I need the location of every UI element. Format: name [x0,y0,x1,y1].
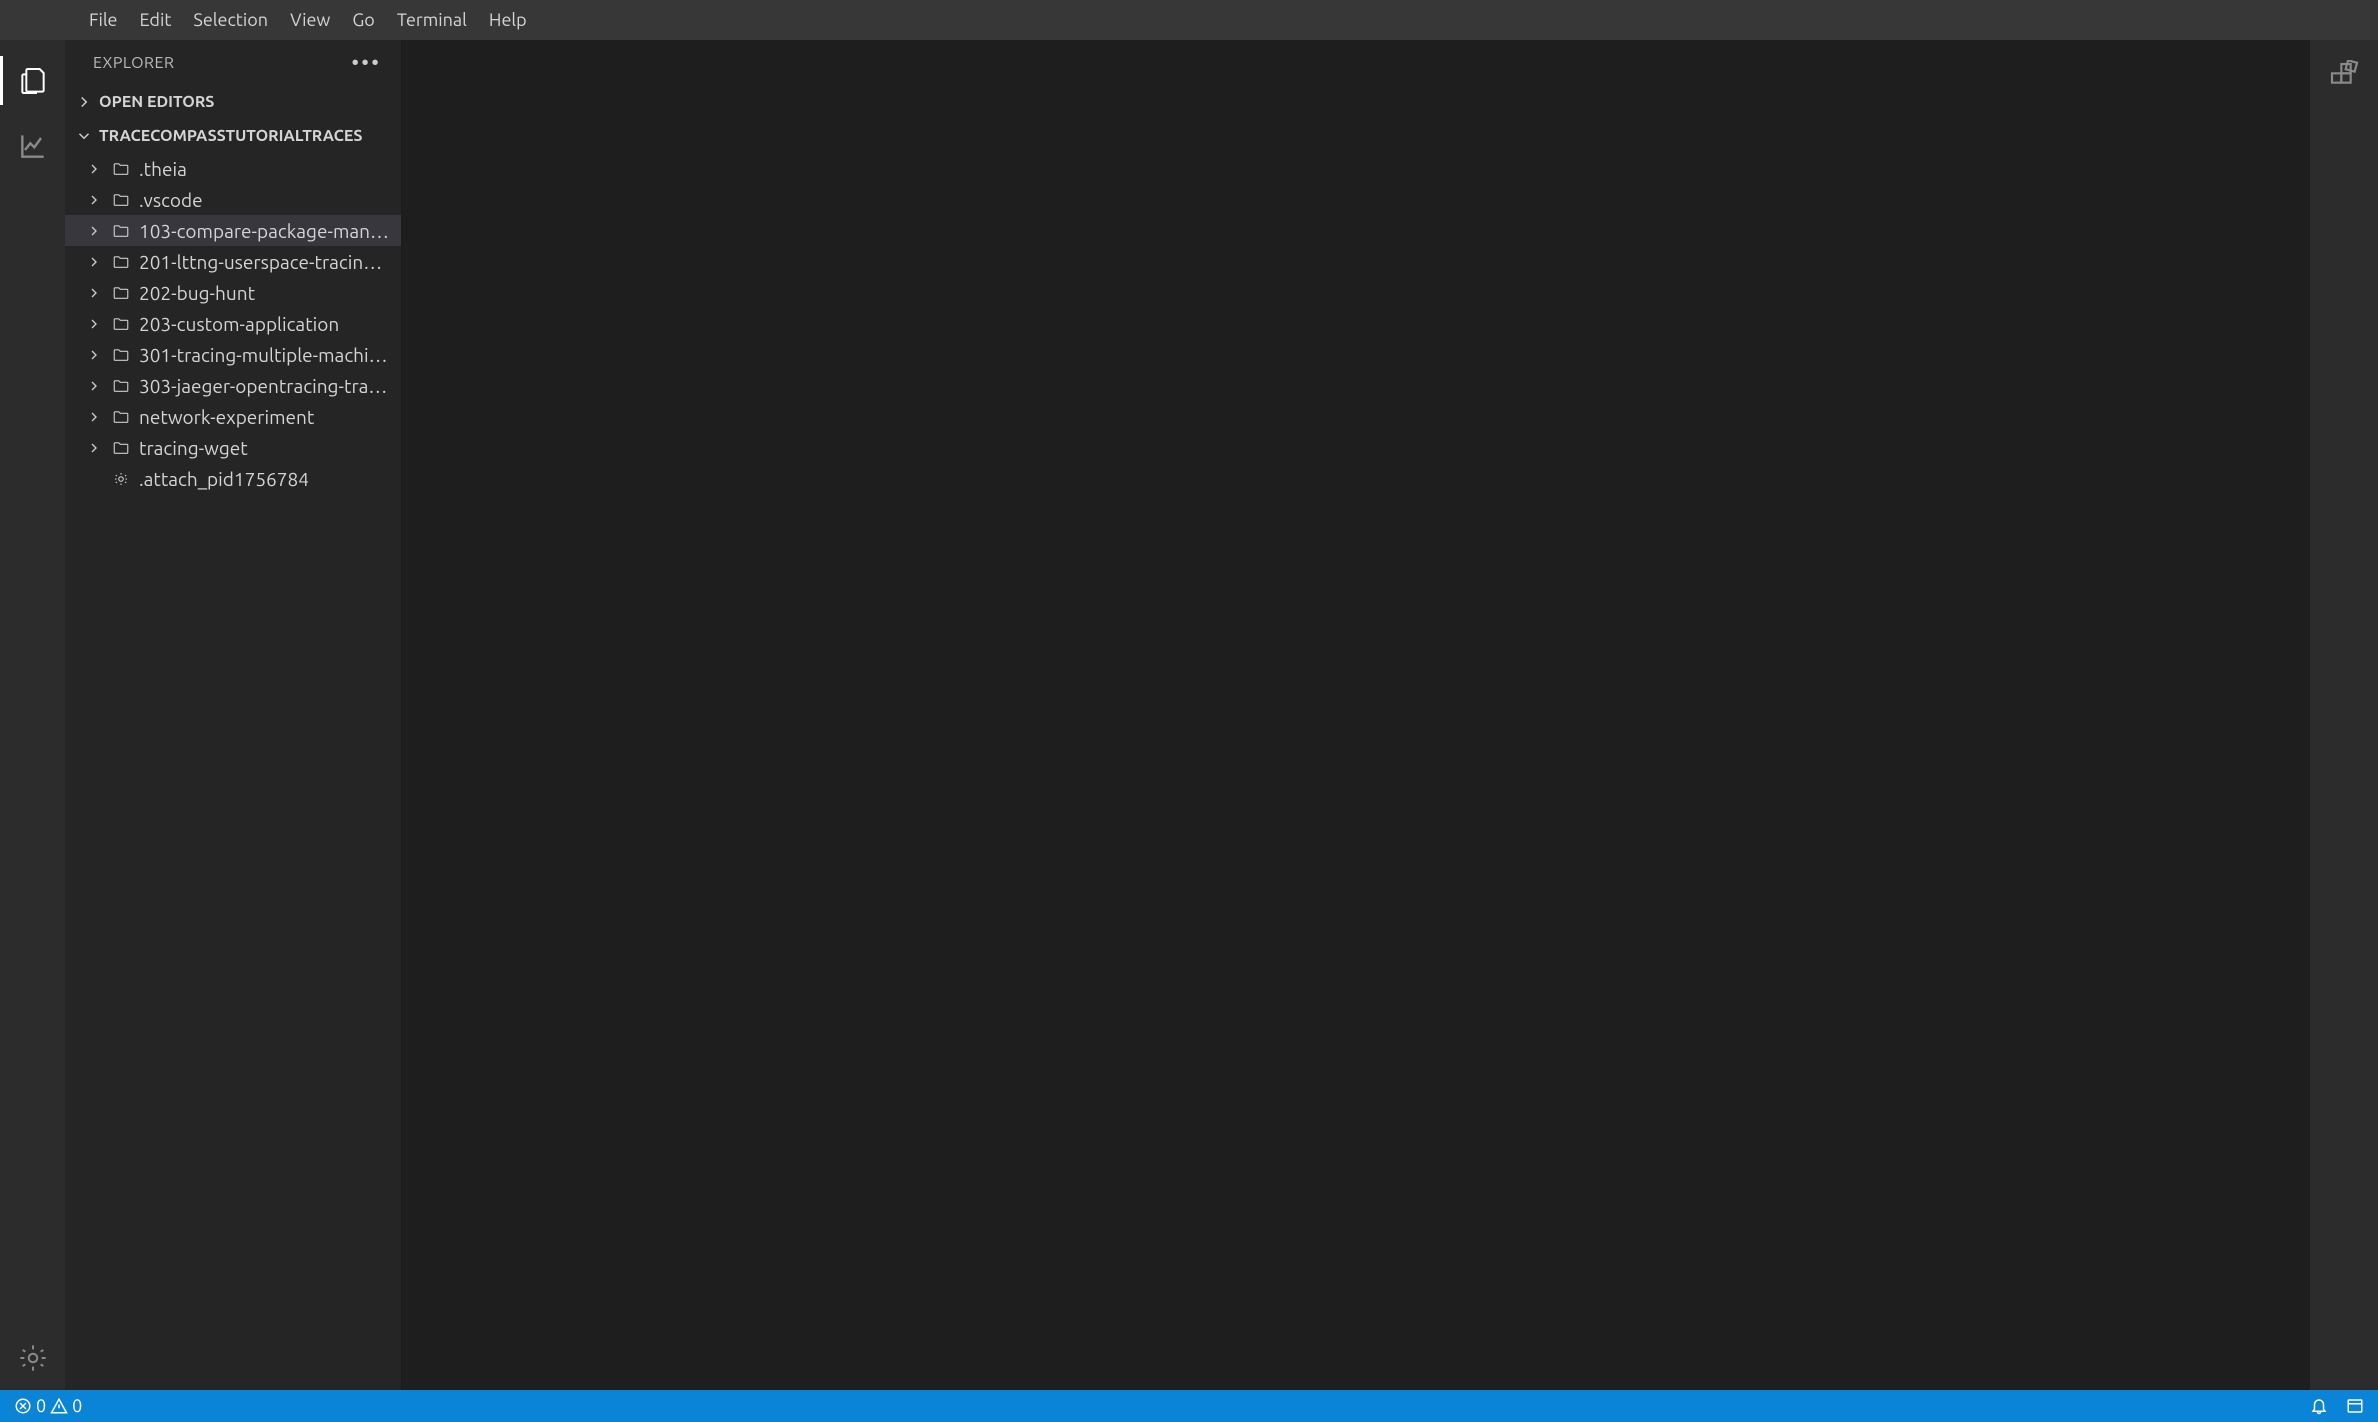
chart-icon [17,130,49,162]
menubar: File Edit Selection View Go Terminal Hel… [0,0,2378,40]
chevron-right-icon [75,93,93,111]
tree-folder-201[interactable]: 201-lttng-userspace-tracin… [65,246,401,277]
tree-folder-theia[interactable]: .theia [65,153,401,184]
right-extensions-button[interactable] [2328,60,2360,96]
workspace-label: TRACECOMPASSTUTORIALTRACES [99,127,363,145]
chevron-right-icon [86,192,102,208]
tree-item-label: .theia [139,158,401,180]
status-layout[interactable] [2346,1397,2364,1415]
gear-icon [17,1342,49,1374]
activity-bar [0,40,65,1390]
status-notifications[interactable] [2310,1397,2328,1415]
gear-file-icon [112,470,130,488]
chevron-down-icon [75,127,93,145]
activity-manage[interactable] [0,1325,65,1390]
tree-folder-network-experiment[interactable]: network-experiment [65,401,401,432]
status-warnings-count: 0 [72,1396,82,1416]
bell-icon [2310,1397,2328,1415]
folder-icon [112,191,130,209]
tree-folder-vscode[interactable]: .vscode [65,184,401,215]
chevron-right-icon [86,254,102,270]
explorer-title: EXPLORER [93,54,174,72]
chevron-right-icon [86,223,102,239]
folder-icon [112,253,130,271]
menu-selection[interactable]: Selection [182,0,279,40]
tree-item-label: 103-compare-package-man… [139,220,401,242]
tree-file-attach-pid[interactable]: .attach_pid1756784 [65,463,401,494]
chevron-right-icon [86,285,102,301]
tree-folder-202[interactable]: 202-bug-hunt [65,277,401,308]
tree-folder-301[interactable]: 301-tracing-multiple-machi… [65,339,401,370]
activity-trace-chart[interactable] [0,113,65,178]
folder-icon [112,377,130,395]
error-icon [14,1397,32,1415]
tree-item-label: network-experiment [139,406,401,428]
folder-icon [112,346,130,364]
tree-item-label: 301-tracing-multiple-machi… [139,344,401,366]
editor-area [402,40,2310,1390]
warning-icon [50,1397,68,1415]
tree-item-label: tracing-wget [139,437,401,459]
explorer-more-actions[interactable]: ••• [351,50,381,75]
activity-explorer[interactable] [0,48,65,113]
folder-icon [112,284,130,302]
chevron-right-icon [86,440,102,456]
tree-folder-tracing-wget[interactable]: tracing-wget [65,432,401,463]
tree-item-label: .attach_pid1756784 [139,468,401,490]
chevron-right-icon [86,409,102,425]
chevron-right-icon [86,347,102,363]
explorer-header: EXPLORER ••• [65,40,401,85]
menu-go[interactable]: Go [341,0,385,40]
extensions-icon [2328,60,2360,92]
tree-folder-203[interactable]: 203-custom-application [65,308,401,339]
folder-icon [112,439,130,457]
folder-icon [112,315,130,333]
layout-icon [2346,1397,2364,1415]
status-errors-count: 0 [36,1396,46,1416]
folder-icon [112,222,130,240]
tree-item-label: 201-lttng-userspace-tracin… [139,251,401,273]
chevron-right-icon [86,378,102,394]
chevron-right-icon [86,316,102,332]
folder-icon [112,408,130,426]
open-editors-section[interactable]: OPEN EDITORS [65,85,401,119]
right-activity-bar [2310,40,2378,1390]
tree-item-label: 303-jaeger-opentracing-tra… [139,375,401,397]
workspace-section[interactable]: TRACECOMPASSTUTORIALTRACES [65,119,401,153]
explorer-sidebar: EXPLORER ••• OPEN EDITORS TRACECOMPASSTU… [65,40,402,1390]
menu-terminal[interactable]: Terminal [386,0,478,40]
menu-edit[interactable]: Edit [129,0,183,40]
tree-folder-103[interactable]: 103-compare-package-man… [65,215,401,246]
menu-file[interactable]: File [78,0,129,40]
tree-item-label: 202-bug-hunt [139,282,401,304]
chevron-right-icon [86,161,102,177]
file-tree: .theia .vscode 103-compare-package-man… … [65,153,401,1390]
tree-item-label: .vscode [139,189,401,211]
menu-view[interactable]: View [279,0,341,40]
status-bar: 0 0 [0,1390,2378,1422]
tree-item-label: 203-custom-application [139,313,401,335]
folder-icon [112,160,130,178]
open-editors-label: OPEN EDITORS [99,93,214,111]
menu-help[interactable]: Help [478,0,538,40]
tree-folder-303[interactable]: 303-jaeger-opentracing-tra… [65,370,401,401]
files-icon [17,65,49,97]
status-problems[interactable]: 0 0 [14,1396,82,1416]
